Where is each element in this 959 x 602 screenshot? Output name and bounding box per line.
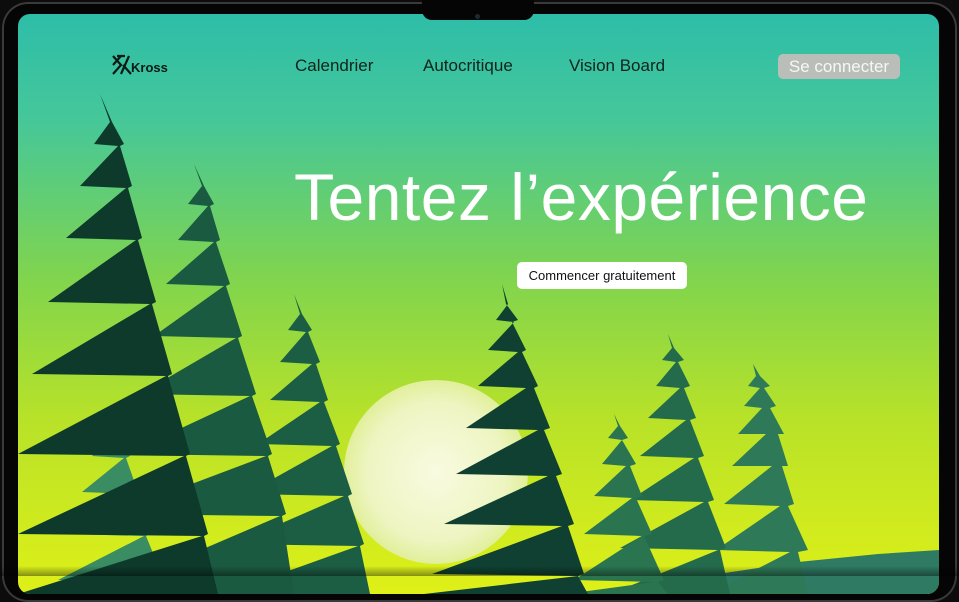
nav-link-vision-board[interactable]: Vision Board xyxy=(569,56,665,76)
top-navbar: Kross Calendrier Autocritique Vision Boa… xyxy=(18,14,939,114)
brand-name: Kross xyxy=(131,60,168,75)
start-free-button[interactable]: Commencer gratuitement xyxy=(517,262,687,289)
nav-link-autocritique[interactable]: Autocritique xyxy=(423,56,513,76)
nav-link-calendrier[interactable]: Calendrier xyxy=(295,56,373,76)
hero-title: Tentez l’expérience xyxy=(294,160,869,234)
laptop-frame: Kross Calendrier Autocritique Vision Boa… xyxy=(0,0,959,602)
brand-logo[interactable]: Kross xyxy=(111,54,168,76)
camera-icon xyxy=(475,14,480,19)
tree-right-small xyxy=(708,364,808,594)
login-button[interactable]: Se connecter xyxy=(778,54,900,79)
screen: Kross Calendrier Autocritique Vision Boa… xyxy=(18,14,939,594)
tree-left-tall xyxy=(18,94,218,594)
bottom-shadow xyxy=(0,566,959,576)
kross-logo-icon xyxy=(112,54,132,75)
